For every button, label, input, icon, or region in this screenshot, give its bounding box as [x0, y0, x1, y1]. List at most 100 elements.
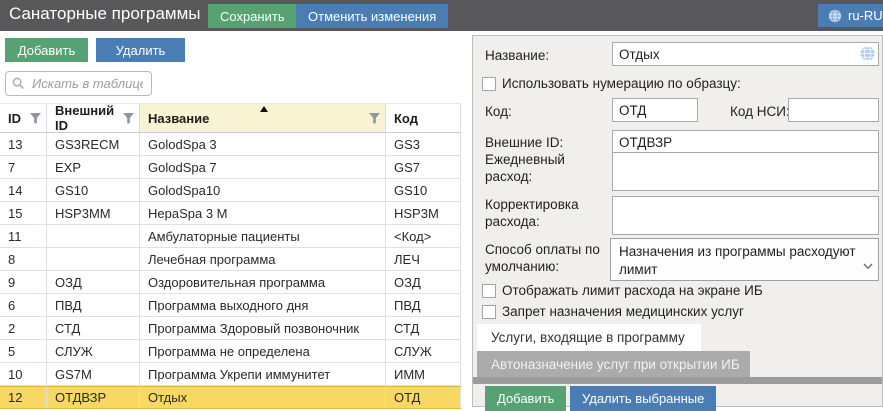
table-cell: СЛУЖ	[47, 340, 140, 362]
table-cell: 5	[0, 340, 47, 362]
locale-globe-icon	[828, 9, 842, 23]
table-row[interactable]: 13GS3RECMGolodSpa 3GS3	[0, 133, 461, 156]
table-cell: GS10	[47, 179, 140, 201]
delete-button[interactable]: Удалить	[96, 38, 185, 62]
filter-icon[interactable]	[123, 113, 134, 124]
column-label: Название	[148, 111, 209, 126]
column-label: Внешний ID	[55, 103, 123, 133]
table-row[interactable]: 11Амбулаторные пациенты<Код>	[0, 225, 461, 248]
table-cell: 8	[0, 248, 47, 270]
table-row[interactable]: 14GS10GolodSpa10GS10	[0, 179, 461, 202]
save-button[interactable]: Сохранить	[208, 4, 297, 28]
table-cell: 10	[0, 363, 47, 385]
name-field-wrap	[612, 42, 879, 66]
translate-globe-icon[interactable]	[860, 46, 875, 66]
table-cell: EXP	[47, 156, 140, 178]
column-header-ext-id[interactable]: Внешний ID	[47, 104, 140, 132]
table-row[interactable]: 6ПВДПрограмма выходного дняПВД	[0, 294, 461, 317]
table-row[interactable]: 15HSP3MMHepaSpa 3 MHSP3M	[0, 202, 461, 225]
table-cell: 13	[0, 133, 47, 155]
table-cell: Программа Здоровый позвоночник	[140, 317, 386, 339]
locale-button[interactable]: ru-RU	[818, 4, 883, 27]
table-cell: ОЗД	[386, 271, 461, 293]
table-cell: Программа не определена	[140, 340, 386, 362]
table-row[interactable]: 10GS7MПрограмма Укрепи иммунитетИММ	[0, 363, 461, 386]
column-header-name[interactable]: Название	[140, 104, 386, 132]
daily-expense-input[interactable]	[612, 152, 879, 191]
show-limit-checkbox[interactable]: Отображать лимит расхода на экране ИБ	[482, 283, 763, 298]
table-cell: Программа выходного дня	[140, 294, 386, 316]
table-cell: 9	[0, 271, 47, 293]
table-cell: СЛУЖ	[386, 340, 461, 362]
external-ids-input[interactable]	[612, 130, 879, 154]
numbering-checkbox[interactable]: Использовать нумерацию по образцу:	[482, 76, 741, 91]
payment-method-select[interactable]: Назначения из программы расходуют лимит	[610, 238, 879, 281]
column-label: ID	[8, 111, 21, 126]
table-cell: 15	[0, 202, 47, 224]
chevron-down-icon	[863, 257, 873, 275]
nsi-code-input[interactable]	[788, 98, 879, 122]
checkbox-box[interactable]	[482, 77, 496, 91]
tabbar-divider	[473, 377, 882, 384]
app-header-bar: Санаторные программы Сохранить Отменить …	[0, 0, 883, 31]
daily-expense-label: Ежедневный расход:	[485, 152, 597, 186]
table-cell: 6	[0, 294, 47, 316]
name-input[interactable]	[612, 42, 879, 66]
table-cell: ОЗД	[47, 271, 140, 293]
table-cell: Амбулаторные пациенты	[140, 225, 386, 247]
table-cell: GolodSpa 3	[140, 133, 386, 155]
tab-autoassign-services[interactable]: Автоназначение услуг при открытии ИБ	[477, 351, 750, 378]
table-cell: Отдых	[140, 387, 386, 408]
table-cell: GS10	[386, 179, 461, 201]
table-cell: GolodSpa 7	[140, 156, 386, 178]
search-input[interactable]	[30, 75, 145, 92]
table-cell	[47, 225, 140, 247]
cancel-changes-button[interactable]: Отменить изменения	[296, 4, 448, 28]
payment-method-label: Способ оплаты по умолчанию:	[485, 242, 607, 276]
tab-services-in-program[interactable]: Услуги, входящие в программу	[477, 324, 701, 351]
table-row[interactable]: 7EXPGolodSpa 7GS7	[0, 156, 461, 179]
expense-correction-input[interactable]	[612, 196, 879, 235]
filter-icon[interactable]	[369, 113, 380, 124]
table-row[interactable]: 9ОЗДОздоровительная программаОЗД	[0, 271, 461, 294]
panel-add-button[interactable]: Добавить	[485, 386, 566, 411]
table-cell: GS7M	[47, 363, 140, 385]
table-cell: HSP3MM	[47, 202, 140, 224]
table-cell: ОТД	[386, 387, 461, 408]
table-header-row: ID Внешний ID Название Код	[0, 103, 461, 133]
table-cell: 14	[0, 179, 47, 201]
table-body: 13GS3RECMGolodSpa 3GS37EXPGolodSpa 7GS71…	[0, 133, 461, 409]
page-title: Санаторные программы	[9, 4, 201, 24]
checkbox-box[interactable]	[482, 284, 496, 298]
table-cell: ОТДВЗР	[47, 387, 140, 408]
forbid-services-checkbox-label: Запрет назначения медицинских услуг	[502, 304, 744, 319]
table-cell: 2	[0, 317, 47, 339]
table-cell: GS3	[386, 133, 461, 155]
add-button[interactable]: Добавить	[5, 38, 88, 62]
column-header-id[interactable]: ID	[0, 104, 47, 132]
table-cell: 12	[0, 387, 47, 408]
table-cell: GS7	[386, 156, 461, 178]
table-row[interactable]: 8Лечебная программаЛЕЧ	[0, 248, 461, 271]
table-cell: ПВД	[47, 294, 140, 316]
table-row[interactable]: 2СТДПрограмма Здоровый позвоночникСТД	[0, 317, 461, 340]
table-cell: СТД	[47, 317, 140, 339]
forbid-services-checkbox[interactable]: Запрет назначения медицинских услуг	[482, 304, 744, 319]
expense-correction-label: Корректировка расхода:	[485, 197, 597, 231]
numbering-checkbox-label: Использовать нумерацию по образцу:	[502, 76, 741, 91]
checkbox-box[interactable]	[482, 305, 496, 319]
external-ids-label: Внешние ID:	[485, 135, 563, 152]
table-cell	[47, 248, 140, 270]
table-row[interactable]: 5СЛУЖПрограмма не определенаСЛУЖ	[0, 340, 461, 363]
column-header-code[interactable]: Код	[386, 104, 461, 132]
table-cell: ИММ	[386, 363, 461, 385]
table-cell: GolodSpa10	[140, 179, 386, 201]
code-input[interactable]	[612, 98, 698, 122]
filter-icon[interactable]	[30, 113, 41, 124]
table-cell: ЛЕЧ	[386, 248, 461, 270]
panel-delete-selected-button[interactable]: Удалить выбранные	[570, 386, 716, 411]
programs-table: ID Внешний ID Название Код 13GS3RECMGolo…	[0, 103, 461, 409]
table-cell: ПВД	[386, 294, 461, 316]
table-cell: GS3RECM	[47, 133, 140, 155]
table-row[interactable]: 12ОТДВЗРОтдыхОТД	[0, 386, 461, 409]
